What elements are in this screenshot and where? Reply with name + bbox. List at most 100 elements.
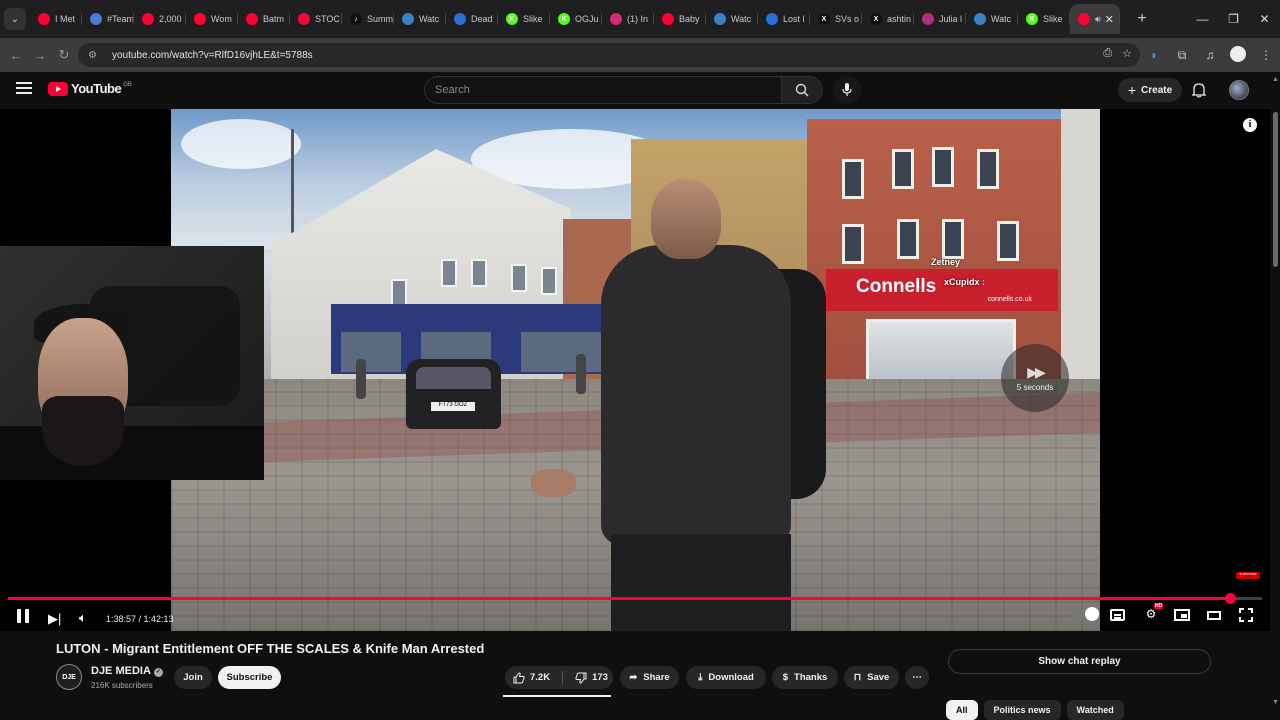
install-app-icon[interactable]: ⎙ (1103, 47, 1112, 60)
browser-tab[interactable]: (1) In (602, 4, 654, 34)
tab-favicon-icon: K (506, 13, 518, 25)
bookmark-star-icon[interactable]: ☆ (1122, 47, 1132, 60)
subscribe-button[interactable]: Subscribe (218, 666, 281, 689)
volume-button[interactable]: 🔈︎ (79, 608, 87, 628)
browser-tab[interactable]: K Slike (498, 4, 550, 34)
channel-name[interactable]: DJE MEDIA (91, 665, 151, 677)
browser-tab[interactable]: Baby (654, 4, 706, 34)
settings-button[interactable]: ⚙ HD (1142, 603, 1164, 623)
browser-menu-icon[interactable]: ⋮ (1252, 48, 1280, 62)
new-tab-button[interactable]: + (1130, 10, 1154, 28)
chip-watched[interactable]: Watched (1066, 700, 1124, 720)
browser-tab[interactable]: X SVs o (810, 4, 862, 34)
profile-avatar[interactable] (1224, 45, 1252, 65)
tab-favicon-icon (142, 13, 154, 25)
share-icon: ➦ (629, 672, 638, 683)
browser-tab[interactable]: Wom (186, 4, 238, 34)
search-input[interactable]: Search (424, 76, 782, 104)
browser-tab[interactable]: Watc (966, 4, 1018, 34)
browser-tab[interactable]: K OGJu (550, 4, 602, 34)
menu-icon[interactable] (16, 82, 32, 94)
chip-all[interactable]: All (946, 700, 978, 720)
browser-tab[interactable]: Xashtin (862, 4, 914, 34)
search-button[interactable] (781, 76, 823, 104)
restore-button[interactable]: ❐ (1218, 12, 1249, 26)
tab-favicon-icon (922, 13, 934, 25)
browser-tab[interactable]: K Slike (1018, 4, 1070, 34)
site-info-icon[interactable]: ⚙ (88, 50, 102, 61)
scroll-up-arrow[interactable]: ▲ (1272, 76, 1279, 83)
browser-tab-active[interactable]: 🔊︎ ✕ (1070, 4, 1120, 34)
pause-button[interactable] (17, 609, 29, 623)
browser-tab[interactable]: Lost l (758, 4, 810, 34)
more-actions-button[interactable]: ⋯ (905, 666, 929, 689)
tab-title: OGJu (575, 14, 599, 24)
tab-favicon-icon (298, 13, 310, 25)
tab-favicon-icon (38, 13, 50, 25)
progress-bar[interactable] (8, 593, 1262, 604)
media-control-icon[interactable]: ♫ (1196, 48, 1224, 62)
fullscreen-button[interactable] (1239, 608, 1253, 622)
address-bar-row: ← → ↻ ⚙ youtube.com/watch?v=RlfD16vjhLE&… (0, 38, 1280, 72)
browser-tab[interactable]: Batm (238, 4, 290, 34)
thanks-label: Thanks (794, 672, 828, 683)
channel-name-row[interactable]: DJE MEDIA ✓ (91, 665, 163, 677)
back-button[interactable]: ← (4, 48, 28, 63)
create-button[interactable]: + Create (1118, 78, 1182, 102)
show-chat-replay-button[interactable]: Show chat replay (948, 649, 1211, 674)
url-field[interactable]: ⚙ youtube.com/watch?v=RlfD16vjhLE&t=5788… (78, 43, 1140, 67)
browser-tab[interactable]: ♪ Summ (342, 4, 394, 34)
tab-favicon-icon (402, 13, 414, 25)
info-icon[interactable]: i (1243, 118, 1257, 132)
like-divider (562, 670, 564, 685)
browser-tab[interactable]: 2,000 (134, 4, 186, 34)
browser-tab[interactable]: Julia l (914, 4, 966, 34)
video-frame[interactable]: Connells connells.co.uk FT73 GOZ Zetney … (171, 109, 1100, 631)
tab-favicon-icon (194, 13, 206, 25)
like-button[interactable]: 7.2K (513, 671, 550, 684)
subscribe-watermark[interactable]: SUBSCRIBE (1236, 572, 1260, 579)
browser-tab[interactable]: Watc (706, 4, 758, 34)
browser-tab[interactable]: Dead (446, 4, 498, 34)
page-scrollbar[interactable]: ▲ ▼ (1270, 72, 1280, 720)
voice-search-button[interactable] (833, 76, 861, 104)
thumbs-down-icon (575, 672, 587, 684)
tab-favicon-icon: K (558, 13, 570, 25)
next-button[interactable]: ▶| (48, 609, 61, 629)
tab-title: Watc (419, 14, 440, 24)
scroll-down-arrow[interactable]: ▼ (1272, 699, 1279, 706)
channel-avatar[interactable]: DJE (56, 664, 82, 690)
browser-tab[interactable]: Watc (394, 4, 446, 34)
tab-search-dropdown[interactable]: ⌄ (4, 8, 26, 30)
extension-icon[interactable]: ◗ (1140, 48, 1168, 62)
account-avatar[interactable] (1229, 80, 1249, 100)
minimize-button[interactable]: — (1187, 12, 1218, 26)
browser-tab[interactable]: STOC (290, 4, 342, 34)
save-button[interactable]: ⊓ Save (844, 666, 899, 689)
close-tab-icon[interactable]: ✕ (1105, 13, 1114, 26)
youtube-logo[interactable]: YouTube GB (48, 81, 132, 96)
close-window-button[interactable]: ✕ (1249, 12, 1280, 26)
autoplay-toggle[interactable] (1073, 607, 1099, 621)
theater-mode-button[interactable] (1207, 611, 1221, 620)
forward-button[interactable]: → (28, 48, 52, 63)
share-button[interactable]: ➦ Share (620, 666, 679, 689)
scrollbar-thumb[interactable] (1273, 112, 1278, 267)
captions-button[interactable] (1110, 609, 1125, 621)
reload-button[interactable]: ↻ (52, 47, 76, 63)
subscriber-count: 216K subscribers (91, 681, 153, 690)
browser-tab[interactable]: I Met (30, 4, 82, 34)
plus-icon: + (1127, 82, 1137, 98)
extensions-puzzle-icon[interactable]: ⧉ (1168, 48, 1196, 63)
miniplayer-button[interactable] (1174, 609, 1190, 621)
dislike-button[interactable]: 173 (575, 672, 608, 684)
video-player[interactable]: Connells connells.co.uk FT73 GOZ Zetney … (0, 109, 1270, 631)
scrubber-handle[interactable] (1225, 593, 1237, 604)
thanks-button[interactable]: $ Thanks (772, 666, 838, 689)
browser-tab[interactable]: #Team (82, 4, 134, 34)
chip-politics-news[interactable]: Politics news (983, 700, 1061, 720)
tab-title: I Met (55, 14, 76, 24)
notifications-button[interactable] (1191, 82, 1207, 103)
join-button[interactable]: Join (174, 666, 212, 689)
download-button[interactable]: ⤓ Download (686, 666, 766, 689)
